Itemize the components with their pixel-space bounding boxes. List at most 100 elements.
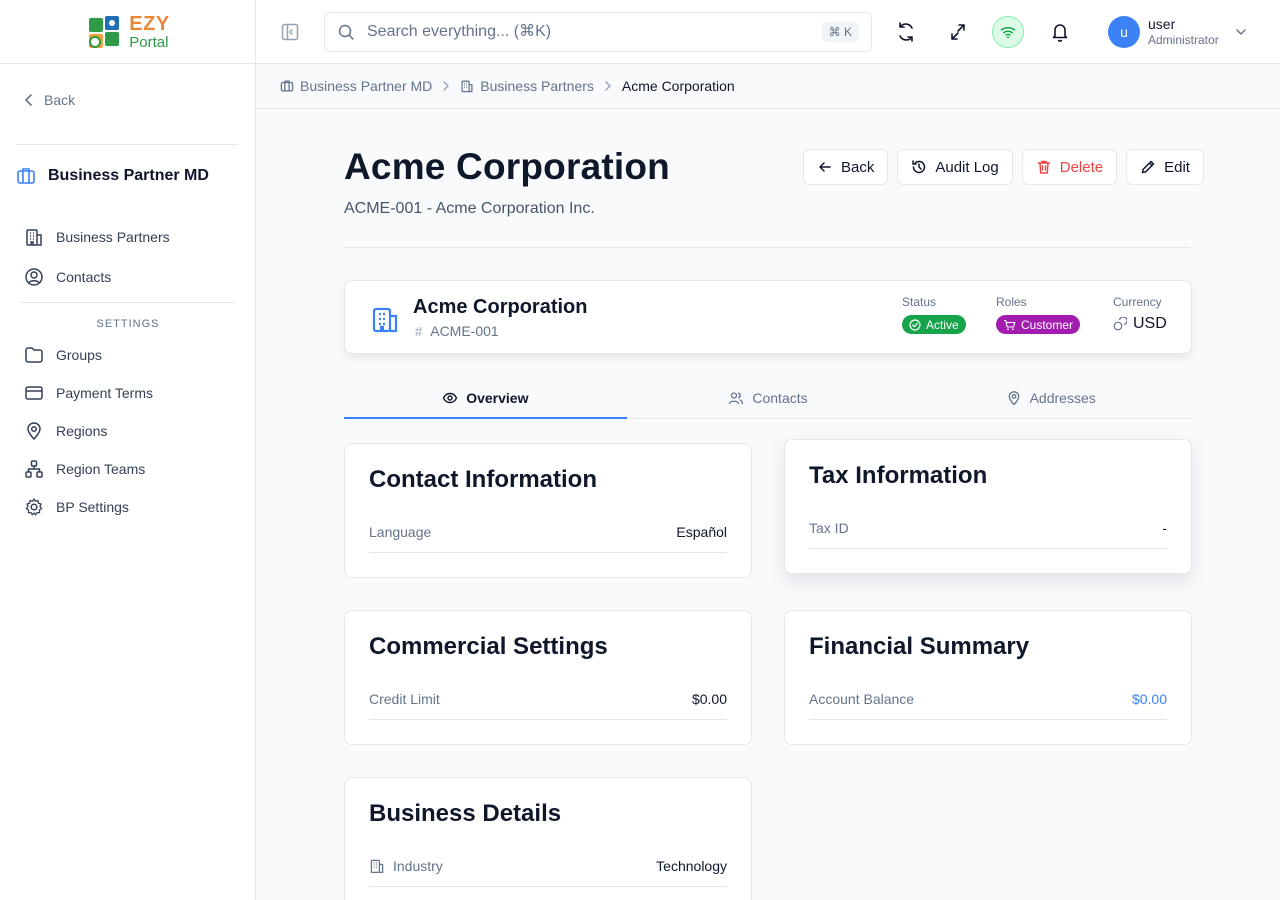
delete-button[interactable]: Delete [1021,149,1118,185]
refresh-icon [899,22,913,42]
page-actions: Back Audit Log Delete Edit [803,149,1204,185]
sidebar-item-label: Groups [56,347,102,363]
card-title: Tax Information [809,462,988,489]
contact-information-card: Contact Information Language Español [344,443,752,578]
card-row-tax-id: Tax ID - [809,520,1167,549]
card-title: Commercial Settings [369,633,608,660]
breadcrumb-current: Acme Corporation [621,78,735,94]
check-circle-icon [909,318,921,331]
credit-card-icon [25,386,43,400]
tab-contacts[interactable]: Contacts [627,378,910,418]
back-button-label: Back [841,158,875,176]
row-label: Tax ID [809,520,849,536]
sidebar-item-label: Business Partners [56,229,170,245]
card-row-industry: Industry Technology [369,858,727,887]
sidebar-back-link[interactable]: Back [24,92,75,108]
global-search[interactable]: ⌘ K [324,12,872,52]
breadcrumb-item-module[interactable]: Business Partner MD [280,78,432,94]
eye-icon [442,392,458,403]
row-value: $0.00 [691,691,727,707]
logo[interactable]: EZY Portal [0,0,255,64]
history-icon [912,160,926,174]
page-title: Acme Corporation [344,146,670,187]
currency-value: USD [1133,315,1167,332]
status-label: Status [902,295,937,309]
currency-field: Currency USD [1113,295,1167,333]
row-label: Credit Limit [369,691,440,707]
sidebar-item-label: Regions [56,423,108,439]
sidebar-item-groups[interactable]: Groups [24,345,102,365]
sidebar-collapse-button[interactable] [280,22,300,42]
tab-label: Addresses [1029,390,1096,406]
row-value: - [1162,520,1167,536]
expand-icon [951,24,965,40]
delete-button-label: Delete [1059,158,1104,176]
users-icon [729,392,744,405]
search-shortcut-hint: ⌘ K [821,22,859,42]
connection-status-button[interactable] [992,16,1024,48]
sidebar-item-payment-terms[interactable]: Payment Terms [24,383,153,403]
tab-overview[interactable]: Overview [344,378,627,419]
partner-name: Acme Corporation [413,296,588,318]
chevron-right-icon [605,81,611,91]
user-menu[interactable]: u user Administrator [1108,16,1249,48]
status-badge: Active [902,315,966,334]
search-input[interactable] [367,23,810,41]
back-button[interactable]: Back [803,149,889,185]
fullscreen-button[interactable] [948,20,968,44]
currency-label: Currency [1113,295,1162,309]
page-subtitle: ACME-001 - Acme Corporation Inc. [344,200,595,217]
logo-top-text: EZY [129,12,170,35]
audit-log-button[interactable]: Audit Log [897,149,1013,185]
panel-left-icon [281,23,299,41]
breadcrumb-item-business-partners[interactable]: Business Partners [460,78,594,94]
roles-field: Roles Customer [996,295,1081,336]
wifi-icon [1000,27,1016,39]
card-title: Contact Information [369,466,597,493]
sidebar-item-bp-settings[interactable]: BP Settings [24,497,129,517]
user-circle-icon [25,268,43,286]
tax-information-card: Tax Information Tax ID - [784,439,1192,574]
business-details-card: Business Details Industry Technology [344,777,752,900]
role-badge: Customer [996,315,1081,334]
sidebar: EZY Portal Back Business Partner MD Busi… [0,0,256,900]
sidebar-item-business-partners[interactable]: Business Partners [24,227,170,247]
trash-icon [1037,160,1050,174]
sidebar-item-regions[interactable]: Regions [24,421,107,441]
module-title-label: Business Partner MD [48,167,209,184]
row-value: Technology [656,858,727,874]
logo-icon [89,15,120,48]
chevron-down-icon [1235,29,1246,36]
row-label: Industry [393,858,443,874]
partner-summary-card: Acme Corporation # ACME-001 Status Activ… [344,280,1192,354]
tab-label: Contacts [752,390,808,406]
sidebar-settings-heading: SETTINGS [96,318,160,330]
refresh-button[interactable] [896,20,916,44]
edit-button[interactable]: Edit [1126,149,1204,185]
arrow-left-icon [819,162,831,172]
folder-icon [25,347,43,363]
map-pin-icon [1008,391,1019,406]
sidebar-item-label: Payment Terms [56,385,153,401]
sidebar-module-title[interactable]: Business Partner MD [16,166,209,186]
building-icon [461,80,473,93]
edit-button-label: Edit [1164,158,1190,176]
sidebar-item-contacts[interactable]: Contacts [24,267,111,287]
card-row-account-balance: Account Balance $0.00 [809,691,1167,720]
currency-value-row: USD [1113,315,1167,333]
status-field: Status Active [902,295,966,336]
pencil-icon [1141,160,1155,174]
user-role: Administrator [1148,33,1219,47]
breadcrumb: Business Partner MD Business Partners Ac… [256,64,1280,109]
tab-label: Overview [466,389,529,406]
search-icon [338,24,354,40]
card-title: Financial Summary [809,633,1030,660]
partner-code-row: # ACME-001 [415,323,499,339]
notifications-button[interactable] [1050,20,1070,44]
sidebar-item-region-teams[interactable]: Region Teams [24,459,145,479]
row-value: Español [676,524,727,540]
row-value[interactable]: $0.00 [1132,691,1167,707]
tab-addresses[interactable]: Addresses [909,378,1192,418]
row-label: Account Balance [809,691,915,707]
cart-icon [1004,319,1016,330]
